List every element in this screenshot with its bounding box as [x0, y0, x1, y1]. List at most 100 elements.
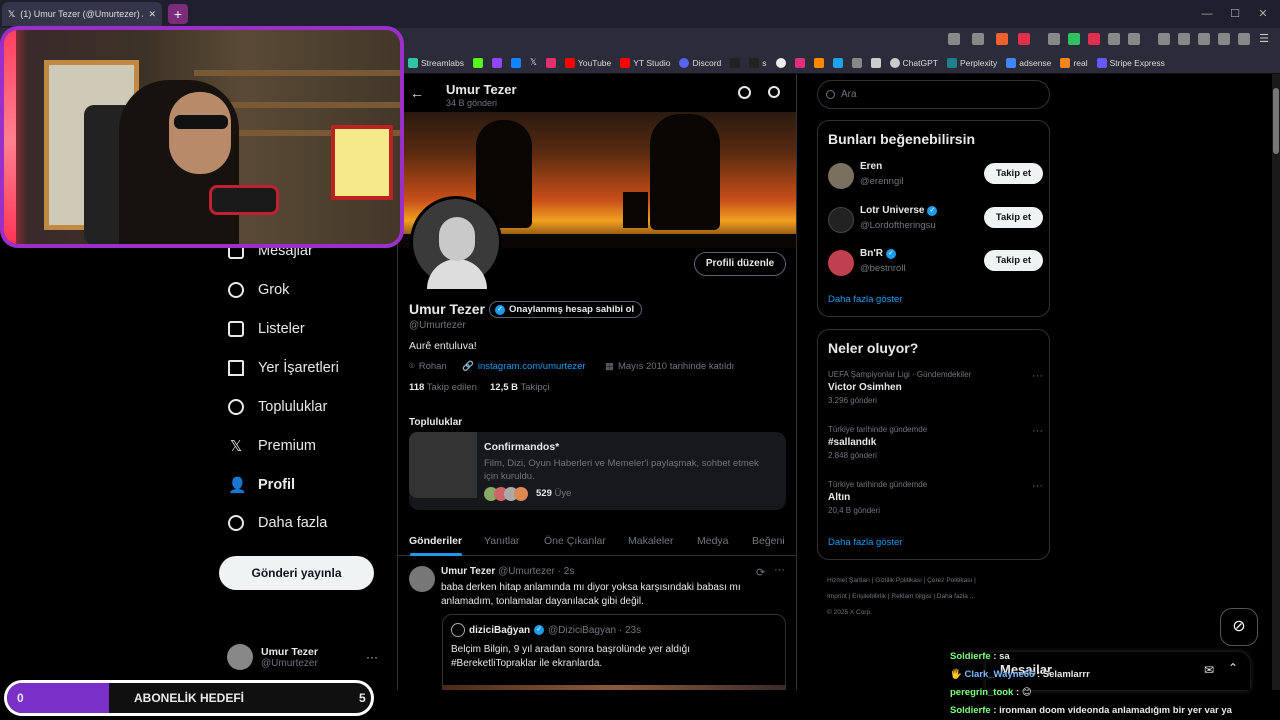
bookmark-icon[interactable]	[775, 57, 786, 68]
bookmark-icon[interactable]	[851, 57, 862, 68]
edit-profile-button[interactable]: Profili düzenle	[694, 252, 786, 276]
community-card[interactable]: Confirmandos* Film, Dizi, Oyun Haberleri…	[409, 432, 786, 510]
browser-tab[interactable]: 𝕏 (1) Umur Tezer (@Umurtezer) / X ✕	[2, 2, 162, 26]
scrollbar-thumb[interactable]	[1273, 88, 1279, 154]
bookmark-adsense[interactable]: adsense	[1006, 57, 1051, 68]
quote-text: Belçim Bilgin, 9 yıl aradan sonra başrol…	[451, 644, 691, 669]
trend-item[interactable]: Türkiye tarihinde gündemde #sallandık 2.…	[828, 425, 1043, 460]
extension-icon[interactable]	[948, 33, 960, 45]
tab-likes[interactable]: Beğeni	[752, 535, 785, 547]
bookmark-x[interactable]: 𝕏	[530, 57, 537, 68]
tab-posts[interactable]: Gönderiler	[409, 535, 462, 547]
nav-communities[interactable]: Topluluklar	[228, 399, 327, 415]
wallet-icon[interactable]	[1198, 33, 1210, 45]
extension-icon[interactable]	[1048, 33, 1060, 45]
quote-media	[443, 685, 785, 690]
back-arrow-icon[interactable]: ←	[410, 85, 424, 101]
tab-articles[interactable]: Makaleler	[628, 535, 674, 547]
show-more-link[interactable]: Daha fazla göster	[828, 537, 902, 548]
trend-item[interactable]: UEFA Şampiyonlar Ligi · Gündemdekiler Vi…	[828, 370, 1043, 405]
trend-item[interactable]: Türkiye tarihinde gündemde Altın 20,4 B …	[828, 480, 1043, 515]
profile-name: Umur Tezer	[409, 301, 485, 317]
nav-grok[interactable]: Grok	[228, 282, 289, 298]
chat-message: peregrin_took : 😊	[950, 687, 1032, 698]
bookmark-icon[interactable]	[832, 57, 843, 68]
grok-icon[interactable]: ⟳	[756, 566, 765, 579]
community-image	[409, 432, 477, 498]
suggestion-handle: @bestnroll	[860, 263, 906, 274]
tab-media[interactable]: Medya	[697, 535, 729, 547]
bookmark-yt-studio[interactable]: YT Studio	[620, 57, 670, 68]
tab-replies[interactable]: Yanıtlar	[484, 535, 519, 547]
bookmark-discord[interactable]: Discord	[679, 57, 721, 68]
more-icon[interactable]: ···	[1032, 425, 1043, 437]
emote-icon: 😊	[1021, 687, 1032, 698]
more-icon[interactable]: ···	[366, 650, 378, 664]
nav-bookmarks[interactable]: Yer İşaretleri	[228, 360, 339, 376]
search-icon[interactable]	[768, 86, 780, 98]
suggestion-item[interactable]: Bn'R ✓ @bestnroll Takip et	[828, 246, 1043, 282]
followers-link[interactable]: 12,5 B Takipçi	[490, 382, 550, 393]
extension-icon[interactable]	[1108, 33, 1120, 45]
bookmark-chatgpt[interactable]: ChatGPT	[889, 57, 938, 68]
tab-close-icon[interactable]: ✕	[148, 9, 156, 20]
footer-row[interactable]: Hizmet Şartları | Gizlilik Politikası | …	[827, 573, 1042, 589]
bookmark-youtube[interactable]: YouTube	[564, 57, 611, 68]
bookmark-bluesky[interactable]	[511, 57, 521, 68]
bookmark-streamlabs[interactable]: Streamlabs	[408, 57, 464, 68]
nav-premium[interactable]: 𝕏 Premium	[228, 437, 316, 455]
vpn-icon[interactable]	[1238, 33, 1250, 45]
bookmark-real[interactable]: real	[1060, 57, 1088, 68]
rewards-icon[interactable]	[1018, 33, 1030, 45]
media-icon[interactable]	[1158, 33, 1170, 45]
bookmark-tiktok-s[interactable]: s	[749, 57, 767, 68]
scrollbar[interactable]	[1272, 74, 1280, 690]
following-link[interactable]: 118 Takip edilen	[409, 382, 477, 393]
bookmark-instagram[interactable]	[545, 57, 556, 68]
grok-fab-button[interactable]: ⊘	[1220, 608, 1258, 646]
show-more-link[interactable]: Daha fazla göster	[828, 294, 902, 305]
footer-row[interactable]: Imprint | Erişilebilirlik | Reklam bilgi…	[827, 589, 1042, 605]
more-icon[interactable]: ···	[1032, 370, 1043, 382]
more-icon[interactable]: ···	[774, 564, 785, 576]
share-icon[interactable]	[972, 33, 984, 45]
grok-icon[interactable]	[738, 86, 751, 99]
new-tab-button[interactable]: +	[168, 4, 188, 24]
extension-icon[interactable]	[1088, 33, 1100, 45]
bookmark-icon[interactable]	[794, 57, 805, 68]
more-icon[interactable]: ···	[1032, 480, 1043, 492]
extension-icon[interactable]	[1128, 33, 1140, 45]
suggestion-item[interactable]: Eren @erenngil Takip et	[828, 159, 1043, 195]
menu-icon[interactable]: ☰	[1258, 33, 1270, 45]
bookmark-twitch[interactable]	[492, 57, 502, 68]
account-switcher[interactable]: Umur Tezer @Umurtezer ···	[227, 644, 378, 670]
follow-button[interactable]: Takip et	[984, 250, 1043, 271]
bookmark-icon[interactable]	[870, 57, 881, 68]
nav-lists[interactable]: Listeler	[228, 321, 305, 337]
follow-button[interactable]: Takip et	[984, 163, 1043, 184]
profile-avatar[interactable]	[410, 196, 502, 289]
nav-more[interactable]: Daha fazla	[228, 515, 327, 531]
avatar[interactable]	[409, 566, 435, 592]
extension-icon[interactable]	[1068, 33, 1080, 45]
close-window-icon[interactable]: ✕	[1244, 0, 1280, 28]
nav-profile[interactable]: 👤 Profil	[228, 476, 295, 494]
get-verified-button[interactable]: ✓ Onaylanmış hesap sahibi ol	[489, 301, 643, 318]
bookmark-icon[interactable]	[813, 57, 824, 68]
quoted-tweet[interactable]: diziciBağyan ✓ @DiziciBagyan · 23s Belçi…	[442, 614, 786, 690]
post-button[interactable]: Gönderi yayınla	[219, 556, 374, 590]
follow-button[interactable]: Takip et	[984, 207, 1043, 228]
search-input[interactable]: Ara	[817, 80, 1050, 109]
tab-highlights[interactable]: Öne Çıkanlar	[544, 535, 606, 547]
suggestion-item[interactable]: Lotr Universe ✓ @Lordoftheringsu Takip et	[828, 203, 1043, 239]
bookmark-stripe[interactable]: Stripe Express	[1096, 57, 1165, 68]
browser-tab-bar: 𝕏 (1) Umur Tezer (@Umurtezer) / X ✕ + — …	[0, 0, 1280, 28]
bookmark-tiktok[interactable]	[730, 57, 741, 68]
leo-icon[interactable]	[1218, 33, 1230, 45]
brave-shield-icon[interactable]	[996, 33, 1008, 45]
bookmark-kick[interactable]	[473, 57, 483, 68]
tweet[interactable]: Umur Tezer @Umurtezer · 2s ⟳ ··· baba de…	[398, 556, 796, 690]
sidebar-icon[interactable]	[1178, 33, 1190, 45]
profile-link[interactable]: 🔗 instagram.com/umurtezer	[462, 361, 586, 372]
bookmark-perplexity[interactable]: Perplexity	[946, 57, 997, 68]
